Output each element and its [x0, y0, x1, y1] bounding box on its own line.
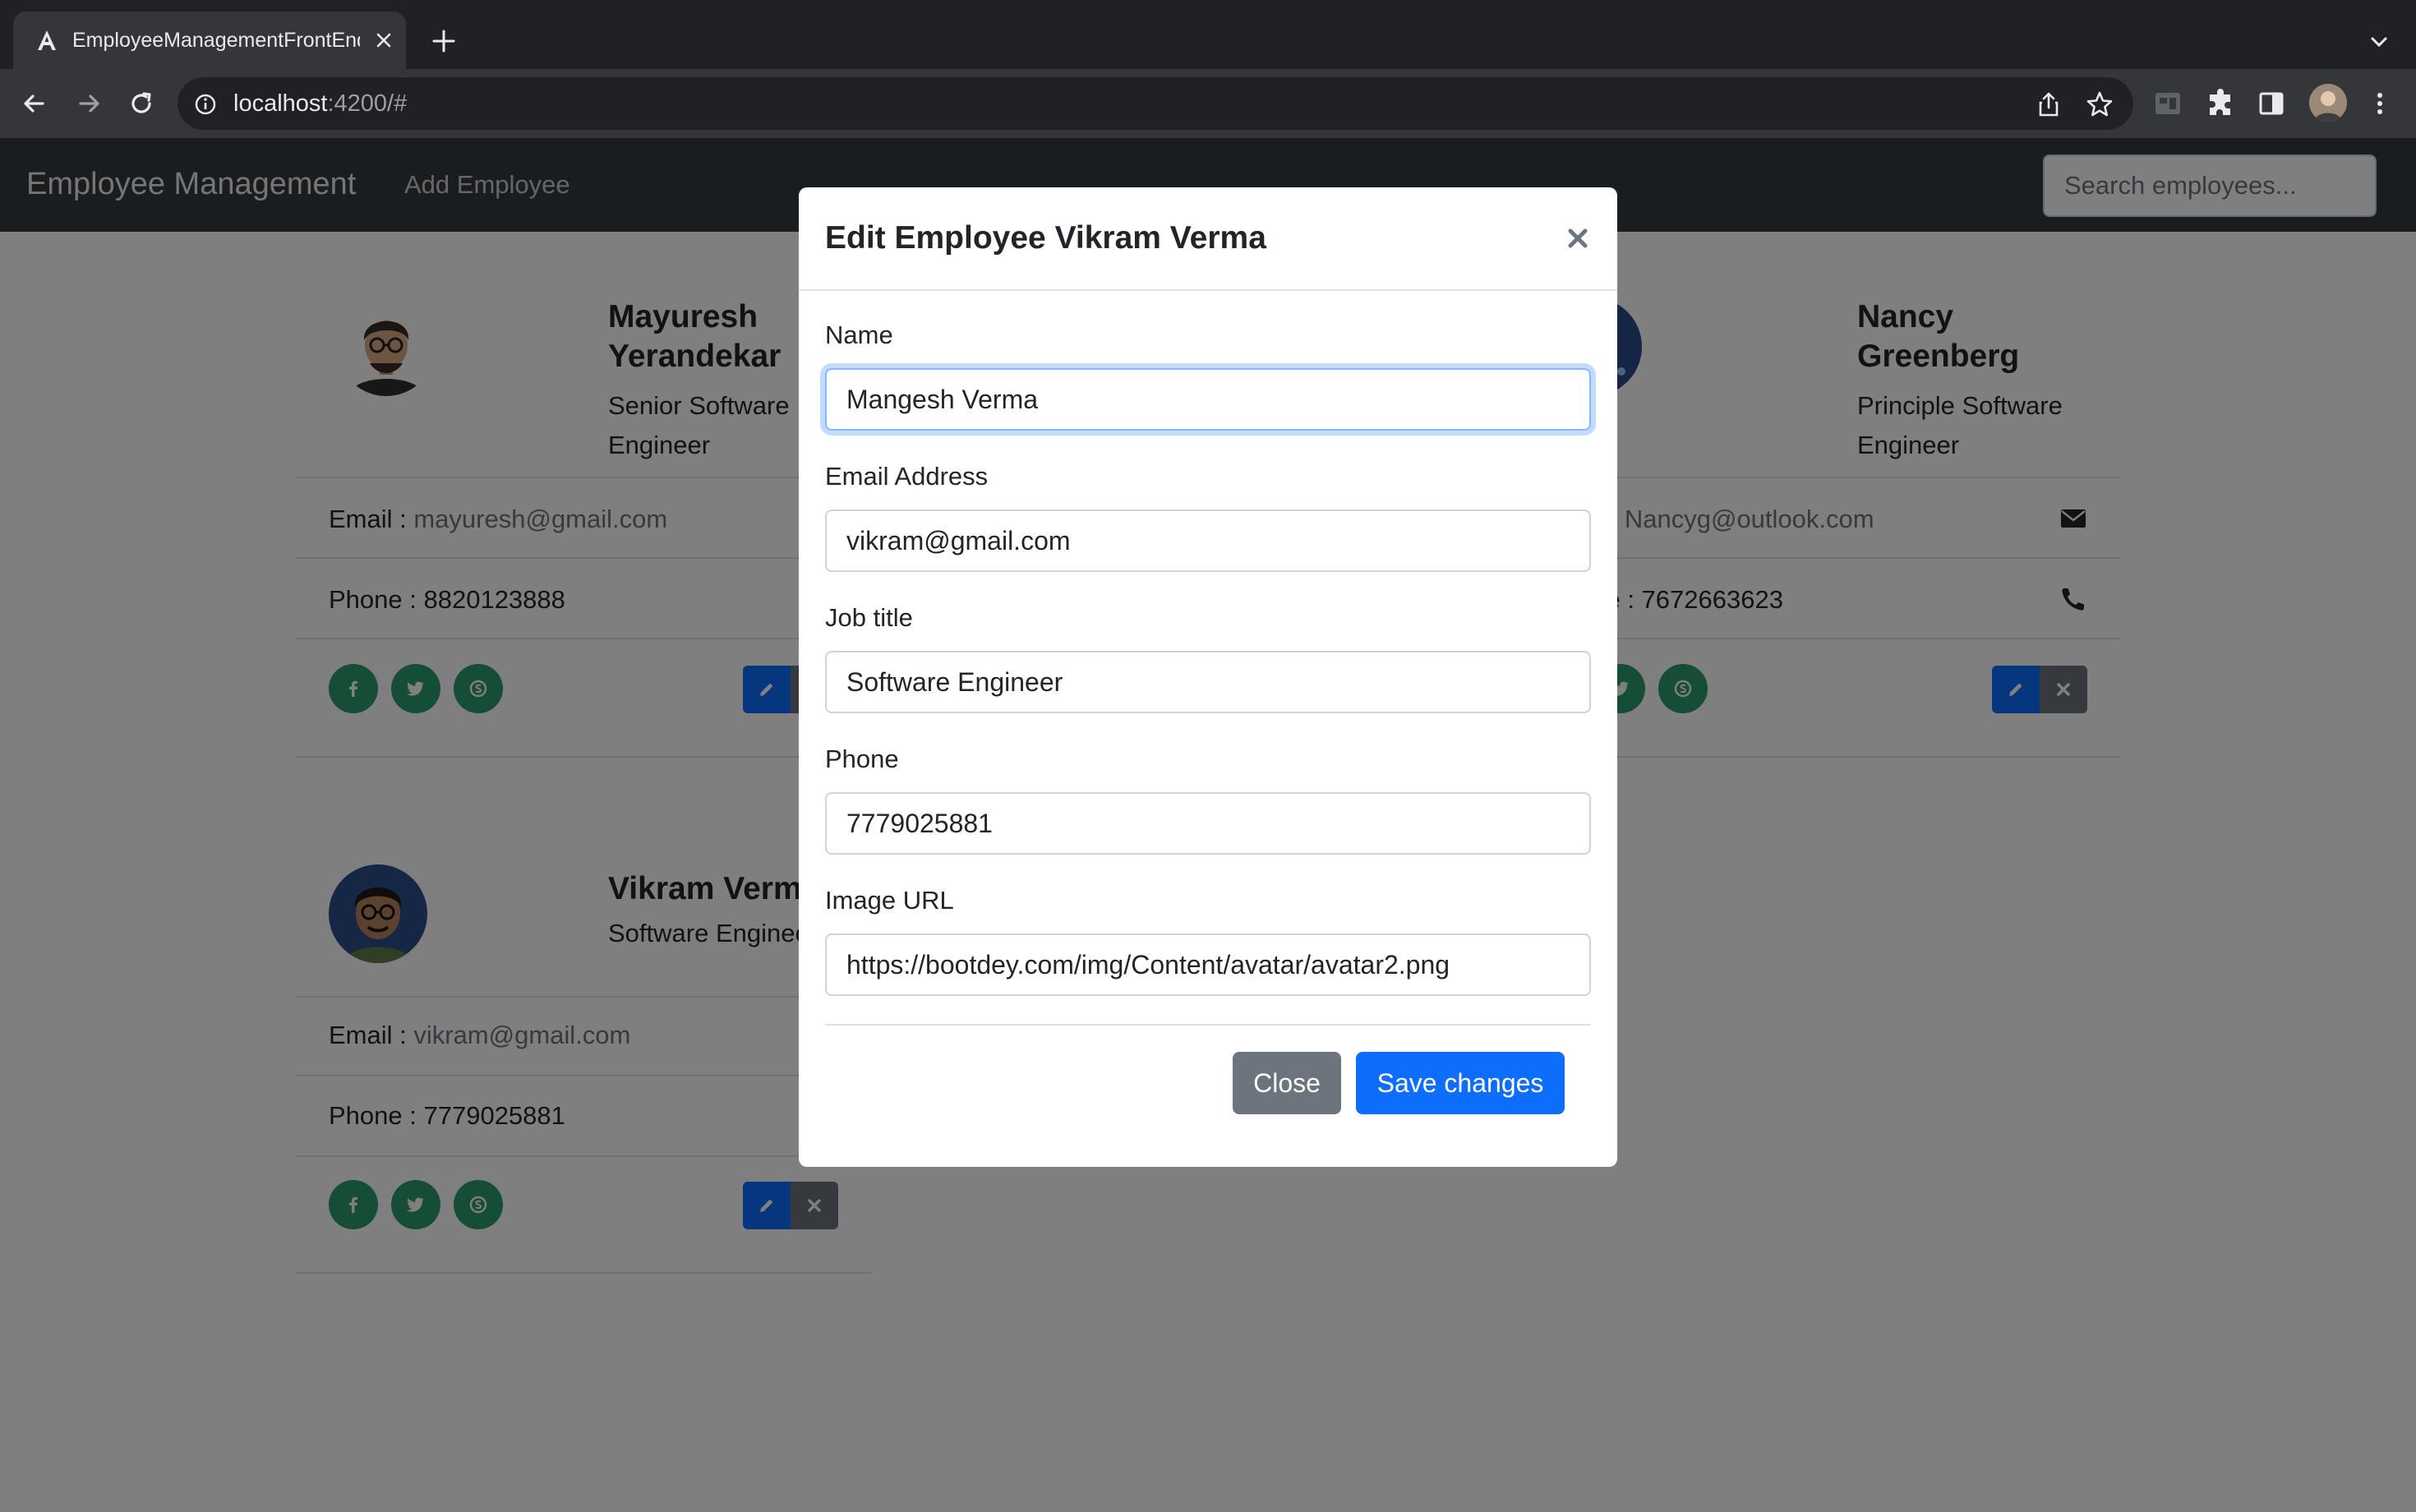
modal-title: Edit Employee Vikram Verma — [825, 220, 1266, 256]
forward-arrow-icon[interactable] — [72, 87, 105, 120]
name-field[interactable] — [825, 368, 1591, 431]
close-icon[interactable] — [1563, 224, 1593, 253]
extensions-icon[interactable] — [2206, 89, 2235, 118]
share-icon[interactable] — [2035, 90, 2063, 118]
email-label: Email Address — [825, 462, 989, 491]
edit-employee-modal: Edit Employee Vikram Verma Name Email Ad… — [799, 187, 1617, 1167]
close-button[interactable]: Close — [1233, 1052, 1341, 1114]
job-title-field[interactable] — [825, 651, 1591, 713]
chevron-down-icon[interactable] — [2367, 30, 2391, 54]
info-icon[interactable] — [194, 93, 217, 116]
back-arrow-icon[interactable] — [18, 87, 51, 120]
menu-dots-icon[interactable] — [2365, 89, 2395, 118]
url-host: localhost — [233, 90, 328, 117]
address-bar[interactable]: localhost:4200/# — [178, 77, 2133, 130]
save-changes-button[interactable]: Save changes — [1356, 1052, 1565, 1114]
profile-avatar[interactable] — [2309, 84, 2347, 122]
web-page: Employee Management Add Employee Mayures… — [0, 138, 2416, 1512]
job-title-label: Job title — [825, 603, 913, 632]
close-icon[interactable] — [371, 28, 396, 53]
phone-field[interactable] — [825, 792, 1591, 855]
profile-photo-icon — [2309, 84, 2347, 122]
reload-icon[interactable] — [125, 87, 158, 120]
image-url-field[interactable] — [825, 933, 1591, 996]
tab-title: EmployeeManagementFrontEnd — [72, 29, 360, 52]
phone-label: Phone — [825, 744, 899, 773]
star-icon[interactable] — [2086, 90, 2114, 118]
image-url-label: Image URL — [825, 886, 954, 915]
email-field[interactable] — [825, 509, 1591, 572]
browser-tab-strip: EmployeeManagementFrontEnd — [0, 0, 2416, 69]
plus-icon[interactable] — [429, 26, 459, 56]
extension-app-icon[interactable] — [2153, 89, 2183, 118]
modal-footer-divider — [825, 1024, 1591, 1026]
url-path: :4200/# — [327, 90, 408, 117]
sidebar-icon[interactable] — [2257, 89, 2286, 118]
name-label: Name — [825, 320, 893, 349]
browser-toolbar: localhost:4200/# — [0, 69, 2416, 138]
modal-header: Edit Employee Vikram Verma — [799, 187, 1617, 291]
angular-icon — [38, 30, 56, 50]
browser-tab[interactable]: EmployeeManagementFrontEnd — [13, 12, 406, 69]
url-text: localhost:4200/# — [233, 89, 407, 118]
